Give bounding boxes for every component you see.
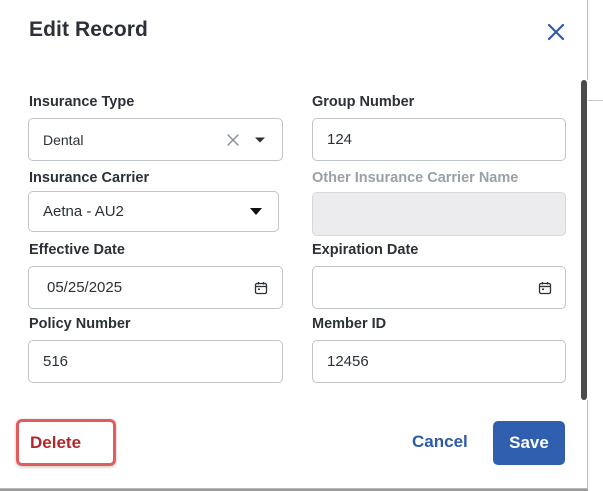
- insurance-carrier-label: Insurance Carrier: [29, 170, 150, 186]
- member-id-label: Member ID: [312, 316, 387, 332]
- insurance-carrier-value: Aetna - AU2: [43, 203, 124, 220]
- policy-number-label: Policy Number: [29, 316, 131, 332]
- caret-down-icon: [250, 207, 262, 215]
- other-carrier-input: [312, 192, 566, 236]
- member-id-value: 12456: [327, 353, 369, 370]
- background-page: [588, 0, 603, 491]
- group-number-value: 124: [327, 131, 353, 148]
- expiration-date-picker-button[interactable]: [537, 280, 553, 296]
- calendar-icon: [254, 282, 268, 295]
- background-divider: [588, 100, 603, 101]
- edit-record-dialog: Edit Record Insurance Type Dental Group …: [0, 0, 588, 489]
- clear-selection-button[interactable]: [225, 132, 241, 148]
- group-number-input[interactable]: 124: [312, 118, 566, 161]
- insurance-type-select[interactable]: Dental: [28, 118, 283, 161]
- policy-number-value: 516: [43, 353, 69, 370]
- insurance-type-value: Dental: [43, 131, 84, 148]
- expiration-date-input[interactable]: [312, 266, 566, 309]
- calendar-icon: [538, 282, 552, 295]
- caret-down-icon: [255, 137, 265, 143]
- effective-date-label: Effective Date: [29, 242, 125, 258]
- cancel-button[interactable]: Cancel: [412, 432, 468, 452]
- effective-date-value: 05/25/2025: [47, 279, 123, 296]
- insurance-carrier-select[interactable]: Aetna - AU2: [28, 191, 279, 232]
- save-button[interactable]: Save: [493, 421, 565, 465]
- close-icon: [547, 23, 565, 41]
- close-button[interactable]: [545, 21, 567, 43]
- expiration-date-label: Expiration Date: [312, 242, 419, 258]
- clear-icon: [227, 134, 239, 146]
- other-carrier-label: Other Insurance Carrier Name: [312, 170, 519, 186]
- delete-button[interactable]: Delete: [16, 419, 116, 466]
- scrollbar[interactable]: [580, 80, 588, 400]
- scrollbar-thumb[interactable]: [581, 80, 587, 400]
- dialog-title: Edit Record: [29, 18, 148, 41]
- effective-date-picker-button[interactable]: [253, 280, 269, 296]
- insurance-carrier-dropdown-toggle[interactable]: [248, 205, 264, 217]
- member-id-input[interactable]: 12456: [312, 340, 566, 383]
- effective-date-input[interactable]: 05/25/2025: [28, 266, 283, 309]
- insurance-type-dropdown-toggle[interactable]: [253, 134, 267, 146]
- policy-number-input[interactable]: 516: [28, 340, 283, 383]
- insurance-type-label: Insurance Type: [29, 94, 135, 110]
- group-number-label: Group Number: [312, 94, 415, 110]
